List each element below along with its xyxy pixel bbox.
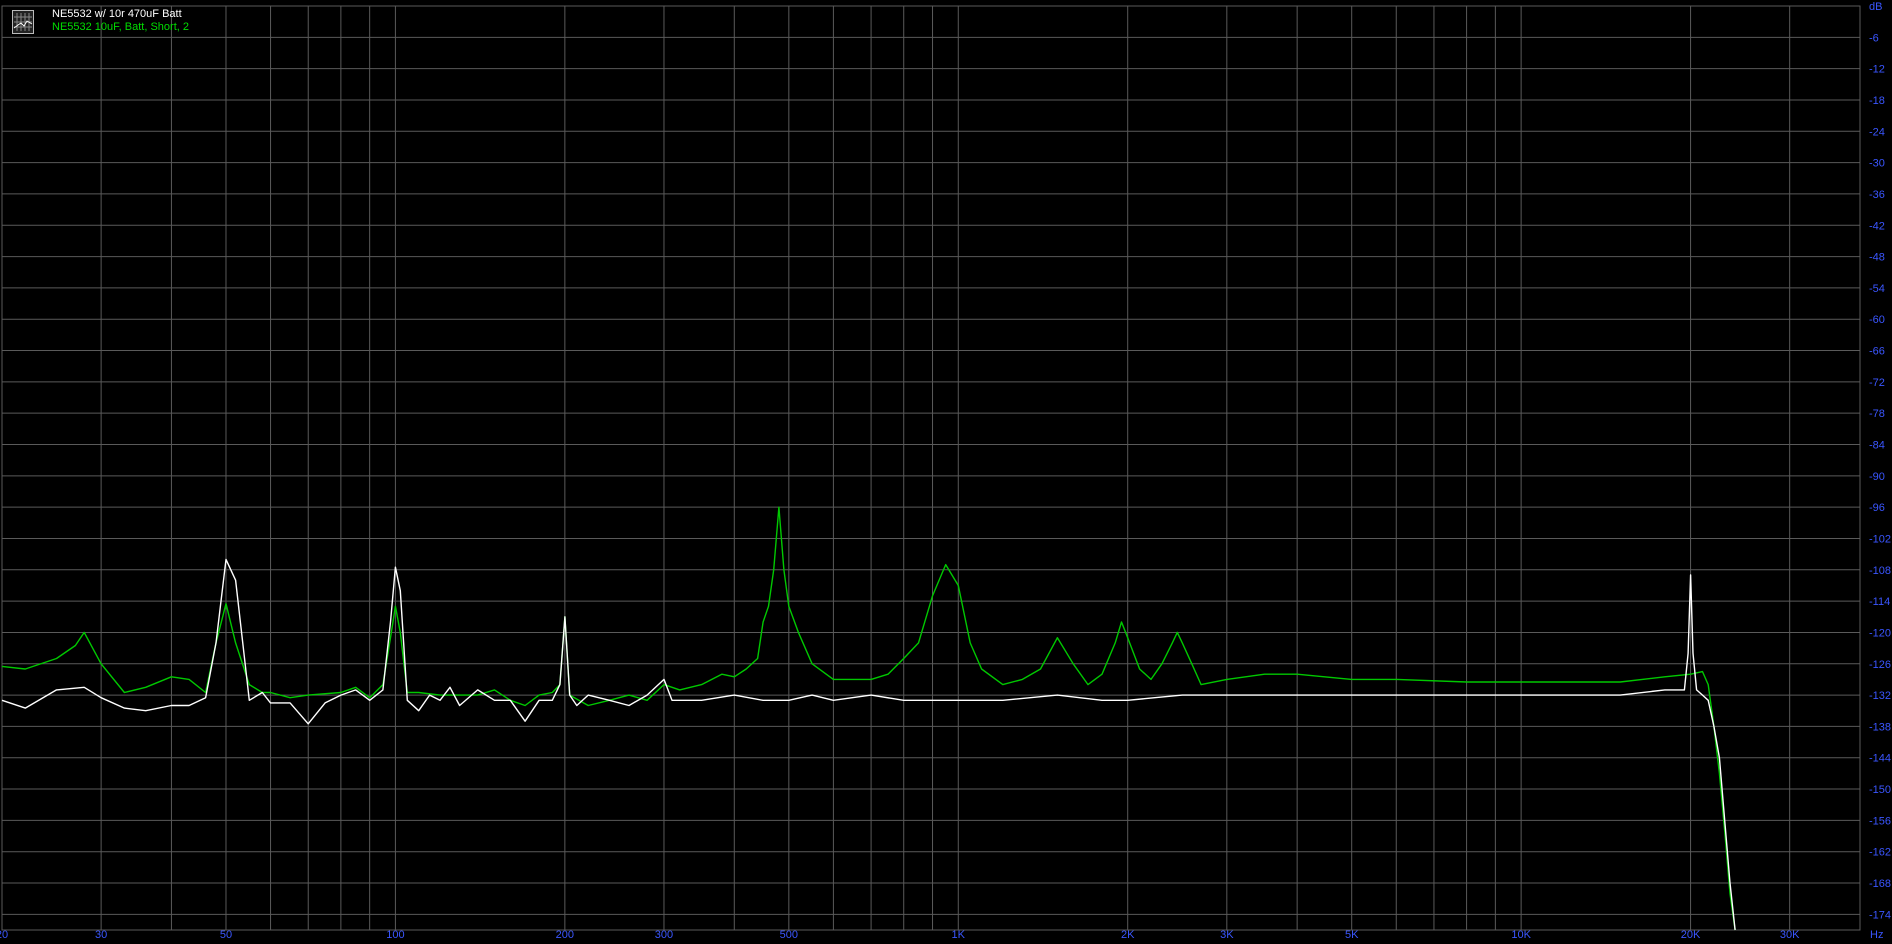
y-tick-label: -150 [1869, 784, 1891, 796]
y-tick-label: -18 [1869, 95, 1885, 107]
y-tick-label: -138 [1869, 721, 1891, 733]
y-tick-label: -24 [1869, 126, 1885, 138]
chart-svg: 20 30 50 100 200 300 500 1K 2K 3K 5K 10K 20K 30K dB -6… [0, 0, 1892, 944]
y-tick-label: -102 [1869, 533, 1891, 545]
y-tick-label: -174 [1869, 909, 1891, 921]
x-tick-label: 30 [95, 929, 107, 941]
y-tick-label: -168 [1869, 878, 1891, 890]
legend-series-1: NE5532 w/ 10r 470uF Batt [52, 8, 182, 20]
x-tick-label: 1K [952, 929, 966, 941]
plot-background [0, 0, 1892, 944]
x-tick-label: 30K [1780, 929, 1800, 941]
x-tick-label: 3K [1220, 929, 1234, 941]
y-tick-label: -84 [1869, 440, 1885, 452]
y-tick-label: -12 [1869, 64, 1885, 76]
y-tick-label: -126 [1869, 659, 1891, 671]
x-tick-label: 2K [1121, 929, 1135, 941]
x-unit-label: Hz [1870, 929, 1883, 941]
y-tick-label: -30 [1869, 158, 1885, 170]
y-tick-label: -114 [1869, 596, 1890, 608]
x-tick-label: 10K [1511, 929, 1531, 941]
y-tick-label: -36 [1869, 189, 1885, 201]
x-tick-label: 20 [0, 929, 8, 941]
x-tick-label: 20K [1681, 929, 1701, 941]
y-tick-label: -78 [1869, 408, 1885, 420]
spectrum-icon [12, 10, 34, 34]
y-tick-label: -6 [1869, 32, 1879, 44]
y-tick-label: -96 [1869, 502, 1885, 514]
x-tick-label: 200 [556, 929, 574, 941]
y-tick-label: -42 [1869, 220, 1885, 232]
y-tick-label: -90 [1869, 471, 1885, 483]
x-tick-label: 50 [220, 929, 232, 941]
y-tick-label: -60 [1869, 314, 1885, 326]
y-tick-label: dB [1869, 1, 1882, 13]
y-tick-label: -48 [1869, 252, 1885, 264]
y-tick-label: -54 [1869, 283, 1885, 295]
y-tick-label: -144 [1869, 753, 1891, 765]
y-tick-label: -162 [1869, 847, 1891, 859]
x-tick-label: 100 [386, 929, 404, 941]
legend-series-2: NE5532 10uF, Batt, Short, 2 [52, 21, 189, 33]
y-tick-label: -66 [1869, 346, 1885, 358]
y-tick-label: -72 [1869, 377, 1885, 389]
y-tick-label: -132 [1869, 690, 1891, 702]
x-tick-label: 500 [780, 929, 798, 941]
x-tick-label: 5K [1345, 929, 1359, 941]
x-tick-label: 300 [655, 929, 673, 941]
y-tick-label: -120 [1869, 627, 1891, 639]
y-tick-label: -156 [1869, 815, 1891, 827]
y-tick-label: -108 [1869, 565, 1891, 577]
legend-entries: NE5532 w/ 10r 470uF Batt NE5532 10uF, Ba… [52, 8, 189, 34]
